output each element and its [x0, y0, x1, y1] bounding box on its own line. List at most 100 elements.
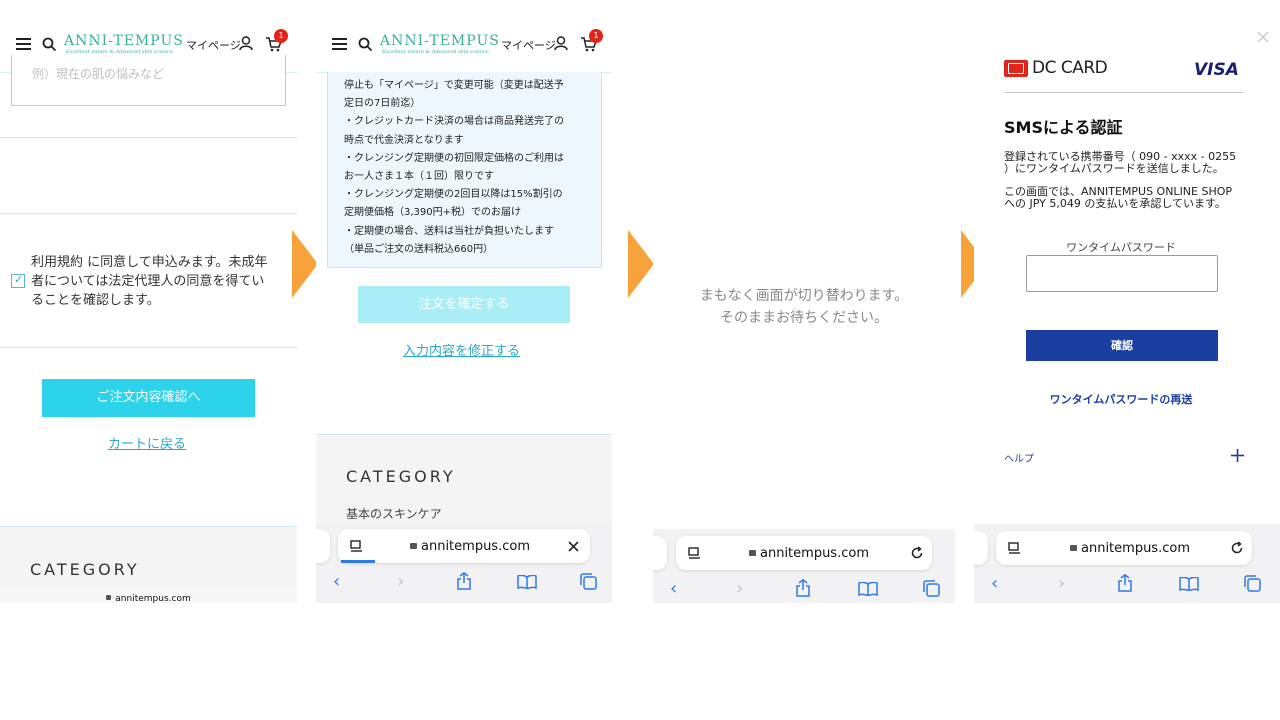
help-link[interactable]: ヘルプ	[1004, 450, 1034, 465]
previous-tab-pill[interactable]	[316, 529, 330, 563]
otp-input[interactable]	[1026, 255, 1218, 292]
panel-3ds-authentication: DC CARD VISA SMSによる認証 登録されている携帯番号（ 090 -…	[974, 0, 1280, 603]
safari-compact-bar: annitempus.com	[0, 585, 297, 603]
menu-icon[interactable]	[332, 38, 347, 50]
safari-bottom-bar: annitempus.com ‹ ›	[653, 529, 955, 603]
edit-input-link[interactable]: 入力内容を修正する	[403, 340, 520, 359]
url-text: annitempus.com	[1081, 541, 1190, 556]
user-icon[interactable]	[554, 36, 568, 51]
site-logo[interactable]: ANNI-TEMPUS	[380, 33, 500, 49]
panel-redirecting: まもなく画面が切り替わります。 そのままお待ちください。 annitempus.…	[653, 0, 955, 603]
address-bar[interactable]: annitempus.com	[338, 529, 590, 563]
lock-icon	[749, 549, 756, 556]
back-to-cart-link[interactable]: カートに戻る	[108, 433, 186, 452]
step-arrow-icon	[292, 230, 318, 298]
payment-approval-text: への JPY 5,049 の支払いを承認しています。	[1004, 197, 1226, 210]
header-divider	[1004, 92, 1244, 93]
cart-count-badge: 1	[589, 29, 603, 43]
confirm-button[interactable]: 確認	[1026, 330, 1218, 361]
tabs-icon[interactable]	[923, 580, 940, 597]
place-order-button[interactable]: 注文を確定する	[358, 286, 570, 323]
section-divider	[0, 347, 297, 348]
mypage-link[interactable]: マイページ	[501, 37, 556, 53]
previous-tab-pill[interactable]	[974, 531, 988, 565]
forward-icon[interactable]: ›	[1058, 575, 1065, 593]
share-icon[interactable]	[795, 579, 811, 597]
remarks-placeholder: 例）現在の肌の悩みなど	[32, 67, 165, 81]
url-text: annitempus.com	[760, 546, 869, 561]
section-divider	[0, 213, 297, 214]
address-bar[interactable]: annitempus.com	[676, 536, 932, 570]
notice-line: ・クレンジング定期便の初回限定価格のご利用は	[344, 152, 564, 164]
url-text: annitempus.com	[421, 539, 530, 554]
share-icon[interactable]	[1117, 574, 1133, 592]
address-bar[interactable]: annitempus.com	[996, 531, 1252, 565]
order-confirm-button[interactable]: ご注文内容確認へ	[42, 379, 255, 417]
terms-line: 者については法定代理人の同意を得てい	[31, 274, 265, 289]
bookmarks-icon[interactable]	[517, 575, 537, 589]
notice-line: ・クレンジング定期便の2回目以降は15%割引の	[344, 189, 563, 201]
reader-mode-icon[interactable]	[1008, 542, 1021, 555]
url-display: annitempus.com	[410, 539, 530, 554]
tabs-icon[interactable]	[1244, 575, 1261, 592]
terms-agreement-text: 利用規約 に同意して申込みます。未成年 者については法定代理人の同意を得てい る…	[31, 253, 267, 310]
card-brand: DC CARD	[1032, 58, 1108, 78]
forward-icon[interactable]: ›	[397, 573, 404, 591]
back-icon[interactable]: ‹	[333, 573, 340, 591]
category-item[interactable]: 基本のスキンケア	[346, 505, 442, 522]
dc-card-logo-icon	[1004, 60, 1028, 77]
resend-otp-link[interactable]: ワンタイムパスワードの再送	[974, 391, 1268, 407]
category-title: CATEGORY	[346, 467, 456, 486]
otp-label: ワンタイムパスワード	[1066, 241, 1176, 254]
sms-sent-text: ）にワンタイムパスワードを送信しました。	[1004, 162, 1224, 175]
terms-checkbox[interactable]: ✓	[11, 273, 25, 288]
tab-indicator	[341, 560, 375, 563]
url-display: annitempus.com	[749, 546, 869, 561]
notice-line: お一人さま１本（１回）限りです	[344, 171, 494, 182]
site-header: ANNI-TEMPUS Excellent nature & Advanced …	[316, 0, 612, 73]
notice-line: 定期便価格（3,390円+税）でのお届け	[344, 207, 522, 219]
panel-order-review: ANNI-TEMPUS Excellent nature & Advanced …	[316, 0, 612, 603]
safari-bottom-bar: annitempus.com ‹ ›	[316, 522, 612, 603]
reload-icon[interactable]	[910, 546, 924, 560]
lock-icon	[410, 542, 417, 549]
lock-icon	[106, 595, 112, 600]
visa-logo: VISA	[1194, 60, 1239, 80]
safari-bottom-bar: annitempus.com ‹ ›	[974, 524, 1280, 603]
back-icon[interactable]: ‹	[991, 575, 998, 593]
previous-tab-pill[interactable]	[653, 536, 667, 570]
reader-mode-icon[interactable]	[688, 547, 701, 560]
url-compact[interactable]: annitempus.com	[0, 594, 297, 603]
reload-icon[interactable]	[1230, 541, 1244, 555]
search-icon[interactable]	[42, 37, 57, 52]
share-icon[interactable]	[456, 572, 472, 590]
notice-line: （単品ご注文の送料税込660円）	[344, 243, 494, 255]
close-icon[interactable]	[1257, 31, 1269, 43]
notice-line: ・定期便の場合、送料は当社が負担いたします	[344, 225, 554, 237]
back-icon[interactable]: ‹	[670, 580, 677, 598]
mypage-link[interactable]: マイページ	[186, 37, 241, 53]
remarks-textarea[interactable]: 例）現在の肌の悩みなど	[11, 55, 286, 106]
redirect-message-line1: まもなく画面が切り替わります。	[699, 288, 909, 304]
search-icon[interactable]	[358, 37, 373, 52]
bookmarks-icon[interactable]	[1179, 577, 1199, 591]
user-icon[interactable]	[239, 36, 253, 51]
redirect-message-line2: そのままお待ちください。	[720, 310, 888, 326]
check-icon: ✓	[14, 273, 24, 286]
site-logo[interactable]: ANNI-TEMPUS	[64, 33, 184, 49]
notice-line: 停止も「マイページ」で変更可能（変更は配送予	[344, 80, 564, 91]
menu-icon[interactable]	[16, 38, 31, 50]
terms-line: ることを確認します。	[31, 293, 160, 308]
bookmarks-icon[interactable]	[858, 582, 878, 596]
close-icon[interactable]	[568, 541, 579, 552]
expand-plus-icon[interactable]	[1231, 449, 1244, 462]
tabs-icon[interactable]	[580, 573, 597, 590]
reader-mode-icon[interactable]	[350, 540, 363, 553]
url-text: annitempus.com	[115, 594, 191, 603]
cart-count-badge: 1	[274, 29, 288, 43]
notice-line: 定日の7日前迄）	[344, 98, 421, 110]
notice-line: ・クレジットカード決済の場合は商品発送完了の	[344, 116, 564, 128]
sms-auth-title: SMSによる認証	[1004, 118, 1123, 137]
url-display: annitempus.com	[1070, 541, 1190, 556]
forward-icon[interactable]: ›	[736, 580, 743, 598]
